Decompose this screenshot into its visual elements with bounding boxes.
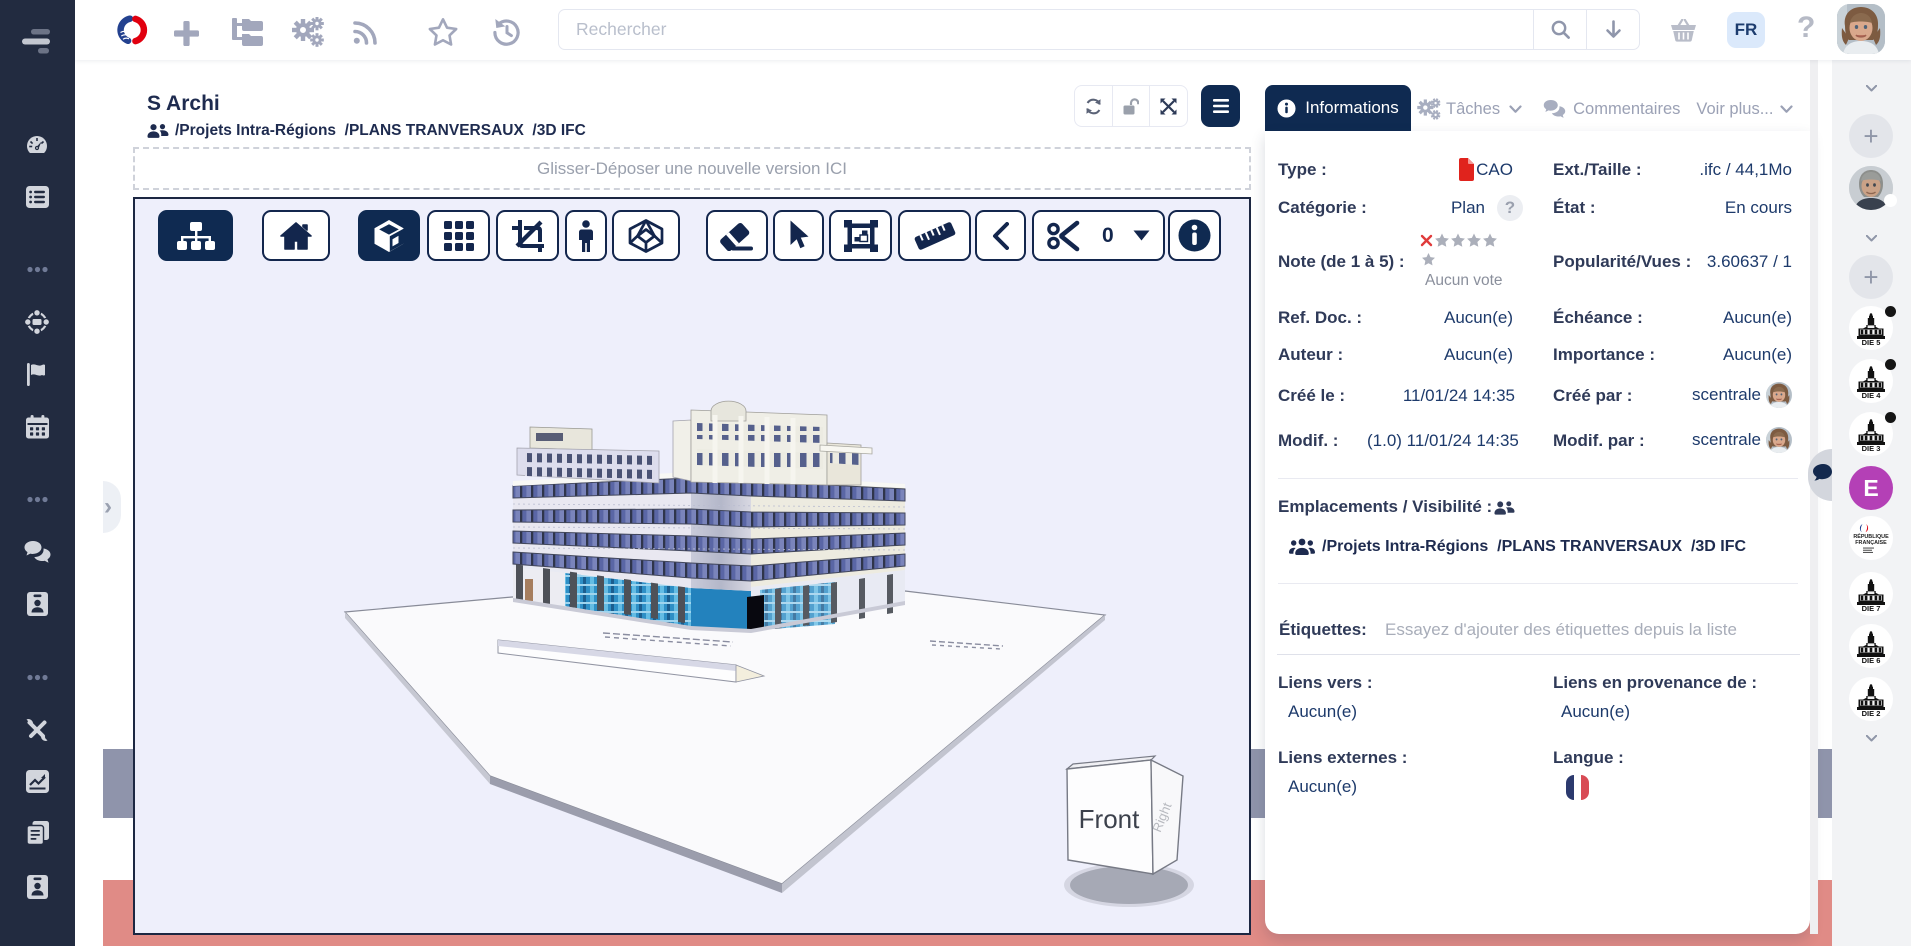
svg-text:RÉPUBLIQUE: RÉPUBLIQUE xyxy=(1853,532,1889,540)
svg-text:DIE 6: DIE 6 xyxy=(1862,656,1881,665)
svg-text:DIE 5: DIE 5 xyxy=(1862,338,1881,347)
svg-text:FRANÇAISE: FRANÇAISE xyxy=(1855,540,1887,546)
svg-text:Front: Front xyxy=(1079,804,1140,834)
svg-text:DIE 2: DIE 2 xyxy=(1862,709,1881,718)
svg-text:DIE 4: DIE 4 xyxy=(1862,391,1882,400)
svg-text:DIE 7: DIE 7 xyxy=(1862,604,1881,613)
svg-text:DIE 3: DIE 3 xyxy=(1862,444,1881,453)
